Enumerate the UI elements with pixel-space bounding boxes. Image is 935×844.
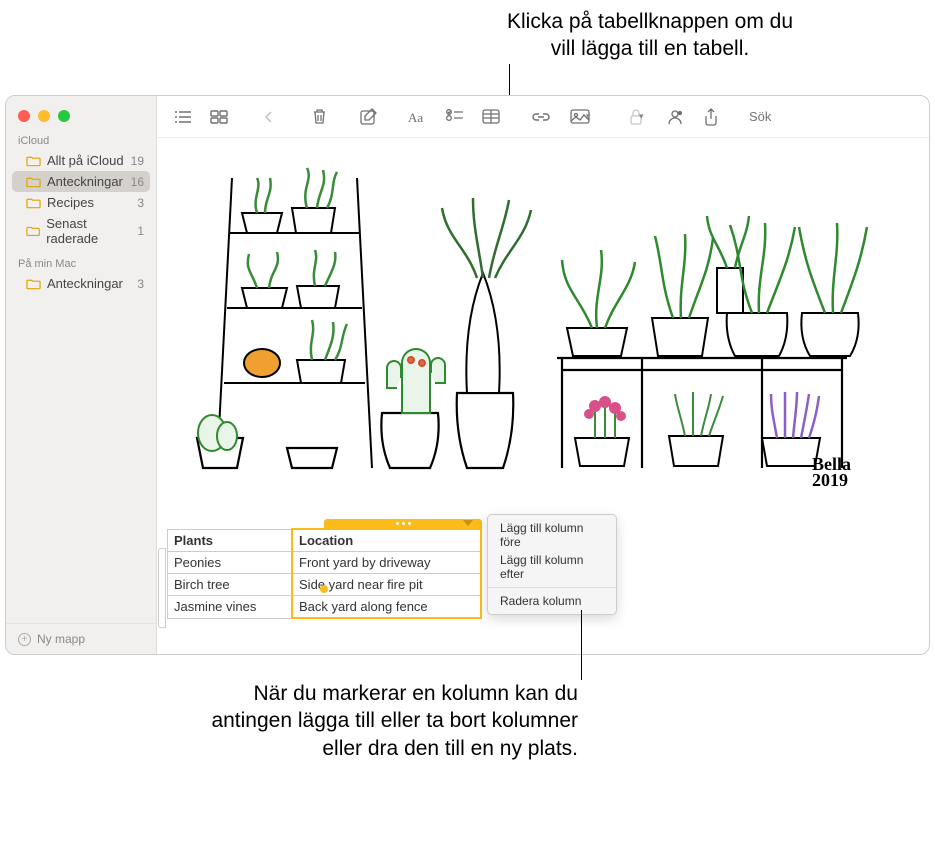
column-context-menu: Lägg till kolumn före Lägg till kolumn e…: [487, 514, 617, 615]
sidebar-item-label: Anteckningar: [47, 276, 123, 291]
sketch-signature: Bella 2019: [812, 456, 851, 488]
notes-table-container: Plants Location Peonies Front yard by dr…: [167, 528, 482, 619]
menu-separator: [488, 587, 616, 588]
table-cell[interactable]: Peonies: [168, 552, 293, 574]
chevron-down-icon: ▾: [639, 111, 645, 122]
note-body[interactable]: Bella 2019 Plants Location Peon: [157, 138, 929, 654]
sidebar-item-label: Anteckningar: [47, 174, 123, 189]
new-folder-label: Ny mapp: [37, 632, 85, 646]
sidebar-folder-notes[interactable]: Anteckningar 16: [12, 171, 150, 192]
sidebar-folder-recently-deleted[interactable]: Senast raderade 1: [6, 213, 156, 249]
sidebar-folder-recipes[interactable]: Recipes 3: [6, 192, 156, 213]
link-button[interactable]: [525, 105, 557, 129]
table-row[interactable]: Plants Location: [168, 529, 482, 552]
format-button[interactable]: Aa: [403, 105, 435, 129]
sidebar-item-label: Allt på iCloud: [47, 153, 124, 168]
media-button[interactable]: ▾: [561, 105, 601, 129]
sidebar-section-icloud: iCloud: [6, 132, 156, 150]
callout-bottom-line: [581, 610, 582, 680]
sidebar-section-on-my-mac: På min Mac: [6, 255, 156, 273]
table-cell[interactable]: Birch tree: [168, 574, 293, 596]
sidebar-item-label: Senast raderade: [46, 216, 137, 246]
table-cell[interactable]: Jasmine vines: [168, 596, 293, 619]
sidebar-item-count: 19: [131, 154, 144, 168]
table-header-cell[interactable]: Plants: [168, 529, 293, 552]
table-row[interactable]: Jasmine vines Back yard along fence: [168, 596, 482, 619]
folder-icon: [26, 155, 41, 167]
back-button[interactable]: [253, 105, 285, 129]
folder-icon: [26, 176, 41, 188]
sidebar-item-count: 3: [137, 277, 144, 291]
callout-top-text: Klicka på tabellknappen om du vill lägga…: [495, 8, 805, 63]
table-cell[interactable]: Front yard by driveway: [292, 552, 481, 574]
menu-add-column-after[interactable]: Lägg till kolumn efter: [488, 551, 616, 583]
sidebar-folder-local-notes[interactable]: Anteckningar 3: [6, 273, 156, 294]
folder-list-local: Anteckningar 3: [6, 273, 156, 294]
menu-delete-column[interactable]: Radera kolumn: [488, 592, 616, 610]
search-input[interactable]: [749, 109, 925, 124]
checklist-button[interactable]: [439, 105, 471, 129]
sidebar-item-count: 16: [131, 175, 144, 189]
notes-app-window: iCloud Allt på iCloud 19 Anteckningar 16…: [5, 95, 930, 655]
lock-button[interactable]: ▾: [619, 105, 655, 129]
sidebar-item-count: 3: [137, 196, 144, 210]
maximize-button[interactable]: [58, 110, 70, 122]
delete-button[interactable]: [303, 105, 335, 129]
table-cell[interactable]: Back yard along fence: [292, 596, 481, 619]
svg-text:+: +: [678, 110, 681, 116]
new-folder-button[interactable]: + Ny mapp: [6, 623, 156, 654]
sidebar: iCloud Allt på iCloud 19 Anteckningar 16…: [6, 96, 157, 654]
callout-bottom-text: När du markerar en kolumn kan du antinge…: [188, 680, 578, 762]
toolbar: Aa ▾ ▾ +: [157, 96, 929, 138]
close-button[interactable]: [18, 110, 30, 122]
main-area: Aa ▾ ▾ +: [157, 96, 929, 654]
column-menu-indicator[interactable]: [463, 520, 473, 526]
folder-icon: [26, 225, 40, 237]
column-handle[interactable]: [324, 519, 482, 528]
sidebar-folder-all-icloud[interactable]: Allt på iCloud 19: [6, 150, 156, 171]
collaborate-button[interactable]: +: [659, 105, 691, 129]
plants-sketch: Bella 2019: [157, 138, 871, 498]
compose-button[interactable]: [353, 105, 385, 129]
folder-list-icloud: Allt på iCloud 19 Anteckningar 16 Recipe…: [6, 150, 156, 249]
table-header-cell[interactable]: Location: [292, 529, 481, 552]
plus-icon: +: [18, 633, 31, 646]
table-row[interactable]: Peonies Front yard by driveway: [168, 552, 482, 574]
notes-table[interactable]: Plants Location Peonies Front yard by dr…: [167, 528, 482, 619]
search-field[interactable]: [739, 109, 919, 124]
folder-icon: [26, 197, 41, 209]
sidebar-item-count: 1: [137, 224, 144, 238]
table-cell[interactable]: Side yard near fire pit: [292, 574, 481, 596]
menu-add-column-before[interactable]: Lägg till kolumn före: [488, 519, 616, 551]
chevron-down-icon: ▾: [586, 111, 592, 122]
sidebar-item-label: Recipes: [47, 195, 94, 210]
svg-text:Aa: Aa: [408, 110, 423, 124]
minimize-button[interactable]: [38, 110, 50, 122]
list-view-button[interactable]: [167, 105, 199, 129]
window-controls: [6, 96, 156, 132]
share-button[interactable]: [695, 105, 727, 129]
table-button[interactable]: [475, 105, 507, 129]
selection-handle[interactable]: [320, 585, 328, 593]
gallery-view-button[interactable]: [203, 105, 235, 129]
row-handle[interactable]: [158, 548, 166, 628]
folder-icon: [26, 278, 41, 290]
